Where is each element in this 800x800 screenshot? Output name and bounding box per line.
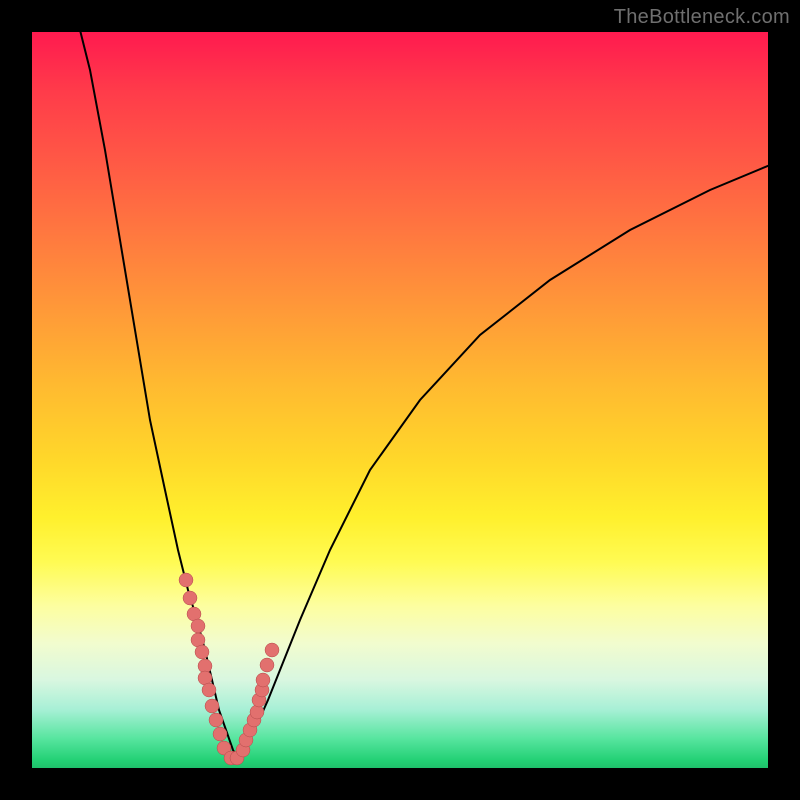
scatter-dot xyxy=(256,673,270,687)
bottleneck-curve-svg xyxy=(30,30,770,770)
scatter-dot xyxy=(213,727,227,741)
scatter-dot xyxy=(202,683,216,697)
scatter-dot xyxy=(205,699,219,713)
scatter-dot xyxy=(265,643,279,657)
scatter-dot xyxy=(179,573,193,587)
curve-left-branch xyxy=(80,30,239,760)
scatter-dot xyxy=(195,645,209,659)
scatter-dot xyxy=(209,713,223,727)
scatter-dot xyxy=(250,705,264,719)
scatter-dot xyxy=(183,591,197,605)
watermark-text: TheBottleneck.com xyxy=(614,6,790,29)
scatter-dot xyxy=(191,619,205,633)
curve-right-branch xyxy=(239,165,770,760)
scatter-dot xyxy=(260,658,274,672)
